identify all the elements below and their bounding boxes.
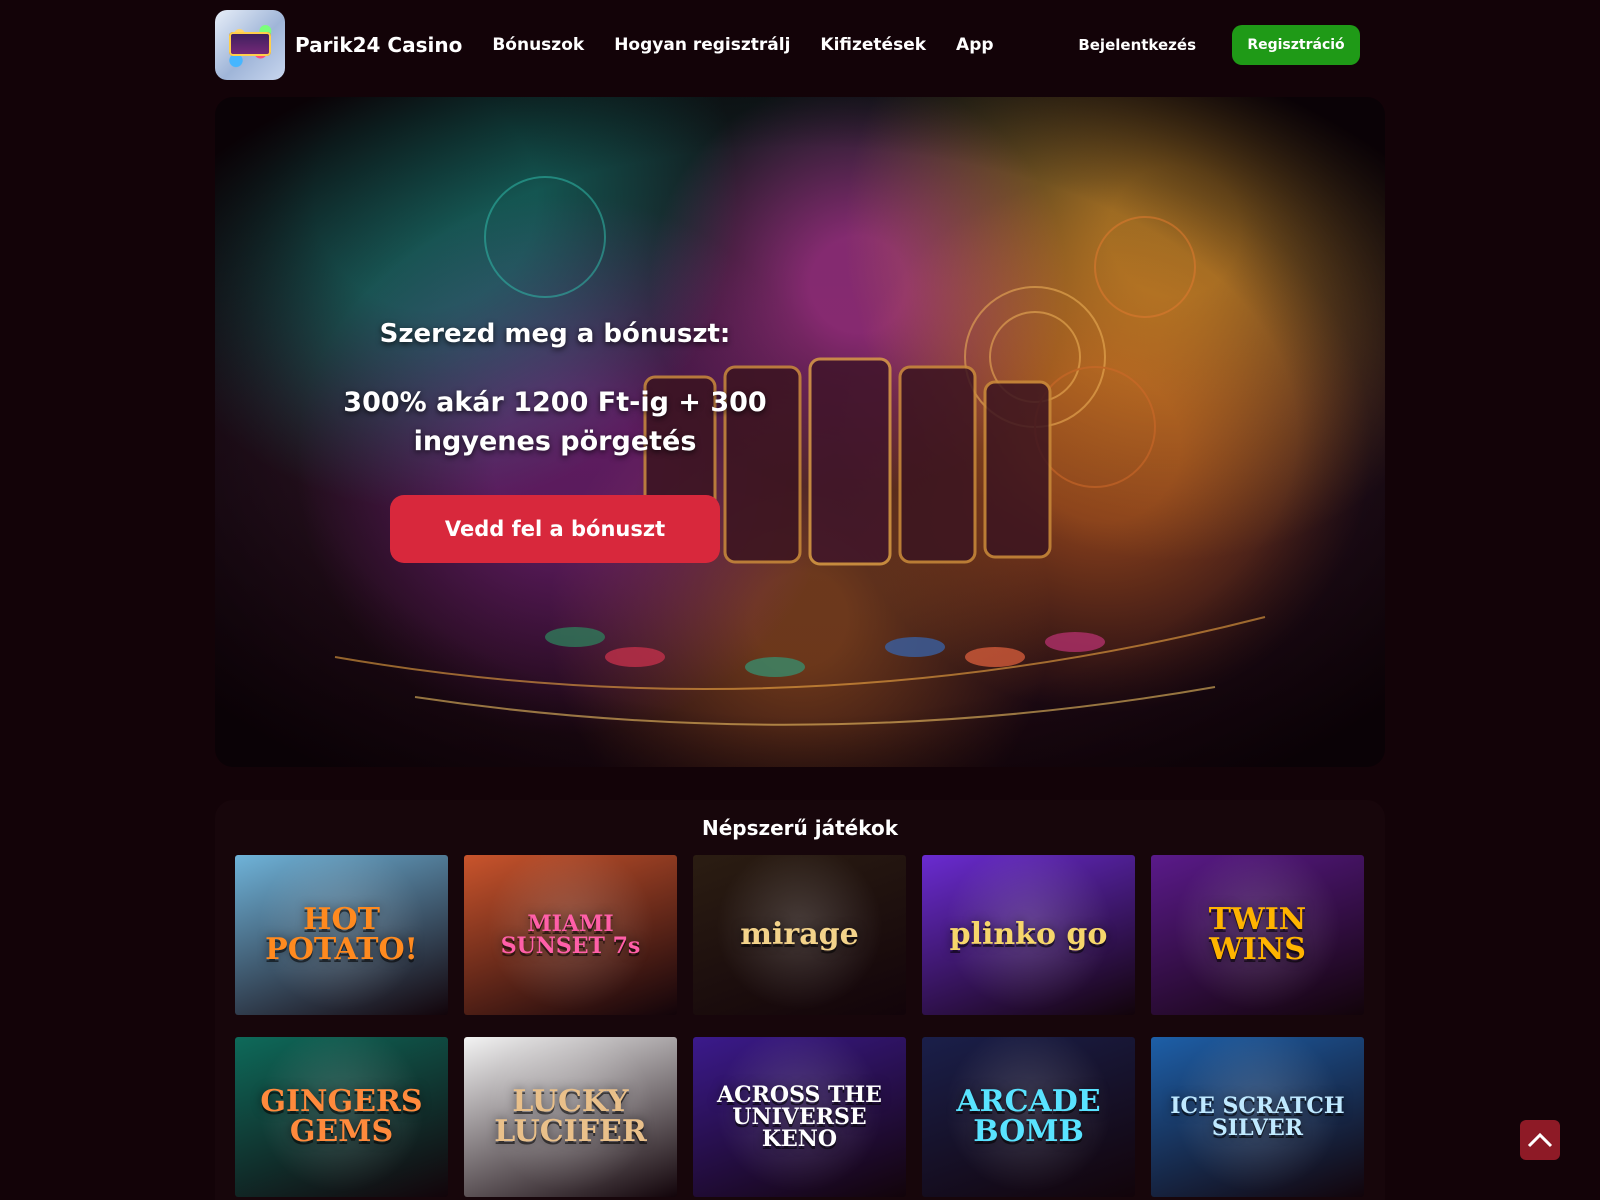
game-card[interactable]: GINGERS GEMS — [235, 1037, 448, 1197]
game-title: ARCADE BOMB — [956, 1084, 1101, 1149]
chevron-up-icon — [1527, 1132, 1553, 1148]
login-button[interactable]: Bejelentkezés — [1078, 36, 1196, 54]
game-title: mirage — [740, 917, 859, 952]
game-title: TWIN WINS — [1208, 902, 1307, 967]
game-title: ACROSS THE UNIVERSE KENO — [717, 1082, 882, 1152]
game-card[interactable]: plinko go — [922, 855, 1135, 1015]
nav-link-payouts[interactable]: Kifizetések — [820, 35, 926, 55]
game-card[interactable]: ACROSS THE UNIVERSE KENO — [693, 1037, 906, 1197]
games-grid: HOT POTATO! MIAMI SUNSET 7s mirage plinko g… — [235, 855, 1364, 1197]
brand-name[interactable]: Parik24 Casino — [295, 33, 462, 57]
game-title: ICE SCRATCH SILVER — [1170, 1093, 1345, 1141]
game-card[interactable]: ARCADE BOMB — [922, 1037, 1135, 1197]
hero-content: Szerezd meg a bónuszt: 300% akár 1200 Ft… — [315, 319, 795, 563]
popular-games-title: Népszerű játékok — [701, 816, 899, 840]
game-card[interactable]: HOT POTATO! — [235, 855, 448, 1015]
auth-actions: Bejelentkezés Regisztráció — [1078, 25, 1360, 65]
register-button[interactable]: Regisztráció — [1232, 25, 1360, 65]
game-title: plinko go — [949, 917, 1108, 952]
claim-bonus-button[interactable]: Vedd fel a bónuszt — [390, 495, 720, 563]
nav-link-bonuses[interactable]: Bónuszok — [492, 35, 584, 55]
game-title: MIAMI SUNSET 7s — [500, 911, 641, 959]
game-card[interactable]: LUCKY LUCIFER — [464, 1037, 677, 1197]
nav-link-how-to-register[interactable]: Hogyan regisztrálj — [614, 35, 790, 55]
game-card[interactable]: MIAMI SUNSET 7s — [464, 855, 677, 1015]
casino-logo[interactable] — [215, 10, 285, 80]
popular-games-section: Népszerű játékok HOT POTATO! MIAMI SUNSET… — [215, 800, 1385, 1200]
hero-title: Szerezd meg a bónuszt: — [379, 319, 731, 349]
game-title: GINGERS GEMS — [260, 1084, 423, 1149]
main-nav: Bónuszok Hogyan regisztrálj Kifizetések … — [492, 35, 993, 55]
hero-banner: Szerezd meg a bónuszt: 300% akár 1200 Ft… — [215, 97, 1385, 767]
game-card[interactable]: mirage — [693, 855, 906, 1015]
game-title: HOT POTATO! — [265, 902, 418, 967]
bonus-offer-text: 300% akár 1200 Ft-ig + 300 ingyenes pörg… — [343, 387, 767, 457]
game-card[interactable]: TWIN WINS — [1151, 855, 1364, 1015]
game-card[interactable]: ICE SCRATCH SILVER — [1151, 1037, 1364, 1197]
game-title: LUCKY LUCIFER — [494, 1084, 647, 1149]
nav-link-app[interactable]: App — [956, 35, 994, 55]
top-navigation: Parik24 Casino Bónuszok Hogyan regisztrá… — [215, 10, 1360, 80]
back-to-top-button[interactable] — [1520, 1120, 1560, 1160]
